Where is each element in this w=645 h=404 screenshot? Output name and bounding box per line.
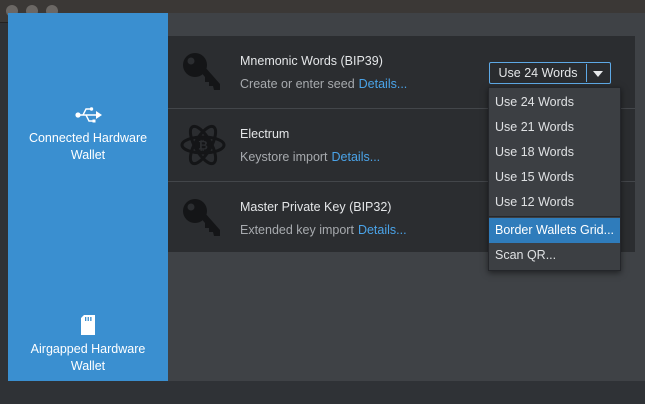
- word-count-combobox[interactable]: Use 24 Words: [489, 62, 611, 84]
- menu-item-scan-qr[interactable]: Scan QR...: [489, 243, 620, 268]
- menu-item[interactable]: Use 15 Words: [489, 165, 620, 190]
- electrum-icon: ₿: [180, 124, 226, 166]
- word-count-dropdown-menu: Use 24 Words Use 21 Words Use 18 Words U…: [488, 87, 621, 271]
- option-title: Electrum: [240, 127, 290, 141]
- menu-item[interactable]: Use 24 Words: [489, 90, 620, 115]
- chevron-down-icon[interactable]: [586, 64, 609, 82]
- combobox-selected-value: Use 24 Words: [498, 66, 578, 80]
- sidebar-item-connected-hardware-wallet[interactable]: Connected Hardware Wallet: [8, 106, 168, 164]
- svg-text:₿: ₿: [198, 139, 208, 153]
- details-link[interactable]: Details...: [359, 77, 408, 91]
- menu-item[interactable]: Use 18 Words: [489, 140, 620, 165]
- details-link[interactable]: Details...: [358, 223, 407, 237]
- key-icon: [183, 199, 220, 236]
- menu-item[interactable]: Use 12 Words: [489, 190, 620, 215]
- option-subtitle: Extended key import Details...: [240, 223, 407, 237]
- usb-icon: [75, 107, 102, 123]
- sidebar-item-airgapped-hardware-wallet[interactable]: Airgapped Hardware Wallet: [8, 315, 168, 375]
- sidebar-item-label-line2: Wallet: [70, 359, 106, 373]
- menu-item[interactable]: Use 21 Words: [489, 115, 620, 140]
- sd-card-icon: [81, 315, 95, 335]
- menu-item-border-wallets-grid[interactable]: Border Wallets Grid...: [489, 218, 620, 243]
- sidebar: Connected Hardware Wallet Airgapped Hard…: [8, 13, 168, 381]
- sidebar-item-label-line1: Connected Hardware: [28, 131, 148, 145]
- option-subtitle: Create or enter seed Details...: [240, 77, 408, 91]
- option-title: Master Private Key (BIP32): [240, 200, 392, 214]
- option-subtitle: Keystore import Details...: [240, 150, 381, 164]
- details-link[interactable]: Details...: [332, 150, 381, 164]
- sidebar-item-label-line1: Airgapped Hardware: [30, 342, 146, 356]
- menu-separator: [489, 216, 620, 217]
- option-title: Mnemonic Words (BIP39): [240, 54, 383, 68]
- key-icon: [183, 53, 220, 90]
- sidebar-item-label-line2: Wallet: [70, 148, 106, 162]
